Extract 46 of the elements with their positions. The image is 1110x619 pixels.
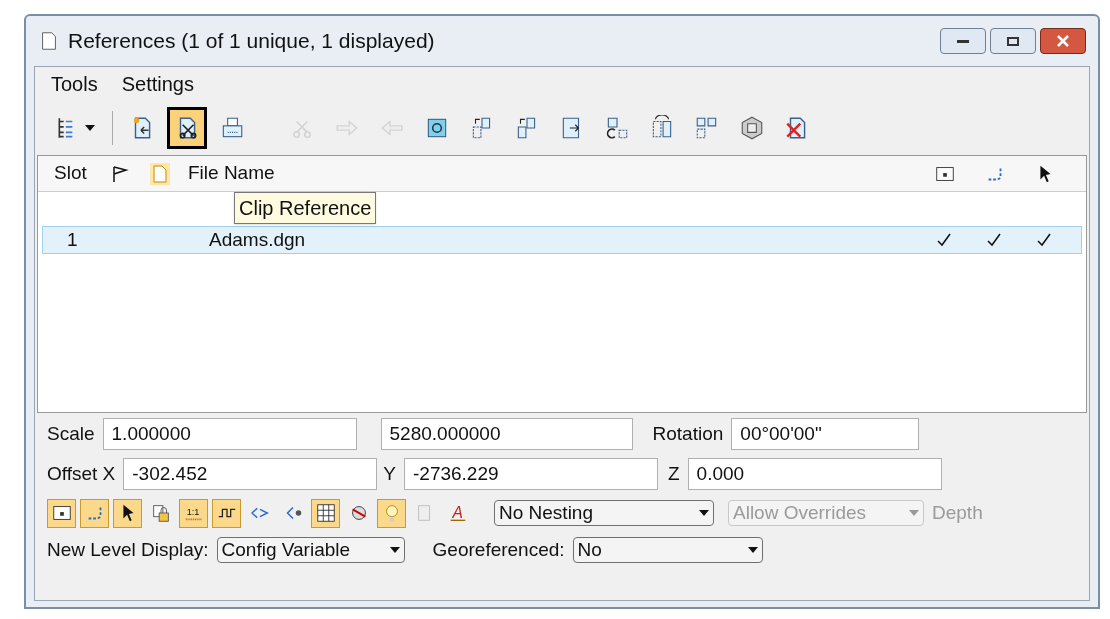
grid-icon	[314, 502, 337, 524]
field-label: Y	[383, 461, 396, 486]
cube-icon	[739, 115, 765, 141]
toggle-button[interactable]	[47, 498, 76, 528]
toggle-button[interactable]	[311, 498, 340, 528]
close-button[interactable]	[1040, 28, 1086, 54]
caret-icon	[747, 547, 758, 553]
field-label: Rotation	[652, 421, 724, 446]
input-field[interactable]: -302.452	[123, 458, 378, 490]
close-icon	[1056, 35, 1070, 47]
column-header: File Name	[187, 161, 275, 186]
caret-icon	[699, 510, 709, 516]
caret-icon	[909, 510, 919, 516]
table-cell-text: 1	[66, 227, 79, 252]
menu-item[interactable]: Tools	[51, 69, 98, 99]
minimize-button[interactable]	[940, 28, 986, 54]
input-field[interactable]: 5280.000000	[380, 418, 633, 450]
table-cell-text: Adams.dgn	[208, 227, 306, 252]
field-label: Offset X	[47, 461, 116, 486]
toggle-button[interactable]	[212, 498, 241, 528]
input-field[interactable]: 00°00'00"	[731, 418, 920, 450]
maximize-button[interactable]	[990, 28, 1036, 54]
field-label: Georeferenced:	[432, 537, 565, 562]
dropdown[interactable]: Config Variable	[216, 537, 405, 563]
field-label: New Level Display:	[47, 537, 209, 562]
toolbar-button[interactable]	[167, 107, 207, 149]
input-field[interactable]: 0.000	[687, 458, 942, 490]
tooltip: Clip Reference	[234, 192, 377, 224]
window-title: References (1 of 1 unique, 1 displayed)	[68, 28, 435, 55]
document-icon	[150, 162, 170, 185]
column-header: Slot	[53, 161, 88, 186]
input-field[interactable]: 1.000000	[102, 418, 357, 450]
toggle-button[interactable]	[377, 498, 406, 528]
flag-icon	[111, 164, 129, 183]
field-label: Depth	[932, 500, 983, 525]
field-label: Z	[668, 461, 680, 486]
input-field[interactable]: -2736.229	[404, 458, 658, 490]
field-label: Scale	[47, 421, 95, 446]
dropdown[interactable]: No	[572, 537, 763, 563]
caret-icon	[85, 125, 95, 131]
caret-icon	[389, 547, 400, 553]
menu-item[interactable]: Settings	[121, 69, 194, 99]
toggle-button[interactable]	[80, 498, 109, 528]
toggle-button[interactable]	[113, 498, 142, 528]
table-row[interactable]: 1 Adams.dgn	[42, 226, 1082, 254]
dropdown[interactable]: No Nesting	[494, 500, 714, 526]
